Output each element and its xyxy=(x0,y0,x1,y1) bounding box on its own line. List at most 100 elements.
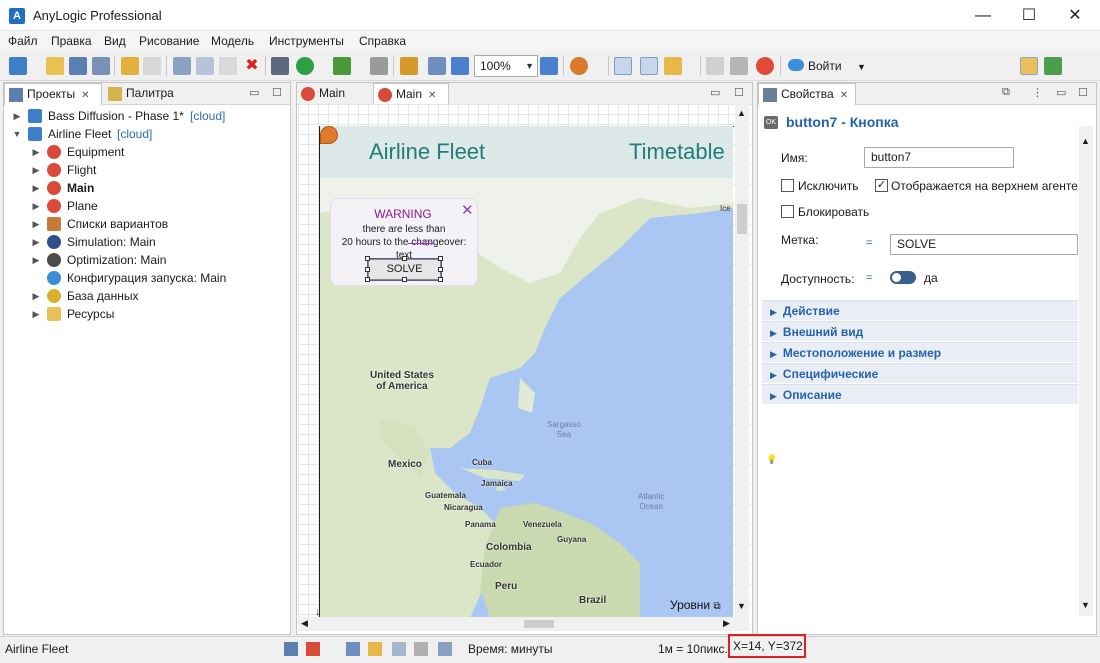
static-value-icon[interactable]: = xyxy=(866,237,872,249)
chevron-right-icon[interactable]: ▶ xyxy=(31,143,41,161)
chevron-down-icon[interactable]: ▼ xyxy=(737,601,746,611)
stop-icon[interactable] xyxy=(370,57,388,75)
menu-draw[interactable]: Рисование xyxy=(139,34,199,48)
selection-handle[interactable] xyxy=(365,256,370,261)
menu-model[interactable]: Модель xyxy=(211,34,254,48)
login-button[interactable]: Войти ▼ xyxy=(786,56,866,76)
rotate-icon[interactable] xyxy=(438,642,452,656)
console-icon[interactable] xyxy=(284,642,298,656)
exclude-checkbox[interactable] xyxy=(781,179,794,192)
caption-field[interactable]: SOLVE xyxy=(890,234,1078,255)
chevron-left-icon[interactable]: ◀ xyxy=(301,618,308,629)
snap-icon[interactable] xyxy=(640,57,658,75)
section-position-size[interactable]: ▶ Местоположение и размер xyxy=(762,342,1078,362)
agent-type-icon[interactable] xyxy=(570,57,588,75)
selection-handle[interactable] xyxy=(365,267,370,272)
section-action[interactable]: ▶ Действие xyxy=(762,300,1078,320)
close-icon[interactable]: ✕ xyxy=(428,90,436,101)
open-icon[interactable] xyxy=(46,57,64,75)
build-icon[interactable] xyxy=(271,57,289,75)
close-icon[interactable]: ✕ xyxy=(81,90,89,101)
close-button[interactable]: ✕ xyxy=(1052,0,1098,31)
help-lifebuoy-icon[interactable] xyxy=(756,57,774,75)
close-icon[interactable]: ✕ xyxy=(461,201,474,219)
view-menu-icon[interactable]: ⋮ xyxy=(1032,86,1043,99)
connector-icon[interactable] xyxy=(706,57,724,75)
minimize-view-button[interactable]: ▭ xyxy=(710,86,720,99)
select-tool-icon[interactable] xyxy=(346,642,360,656)
maximize-view-button[interactable]: ☐ xyxy=(734,86,744,99)
maximize-view-button[interactable]: ☐ xyxy=(1078,86,1088,99)
scroll-thumb[interactable] xyxy=(737,204,747,234)
tree-item[interactable]: ▶ Bass Diffusion - Phase 1* [cloud] xyxy=(4,107,290,125)
tree-item[interactable]: ▶ Simulation: Main xyxy=(4,233,290,251)
run-icon[interactable] xyxy=(296,57,314,75)
move-icon[interactable] xyxy=(414,642,428,656)
chevron-right-icon[interactable]: ▶ xyxy=(12,107,22,125)
new-window-icon[interactable]: ⧉ xyxy=(1002,86,1010,99)
minimize-view-button[interactable]: ▭ xyxy=(249,86,259,99)
menu-file[interactable]: Файл xyxy=(8,34,38,48)
publish-icon[interactable] xyxy=(400,57,418,75)
tab-main-1[interactable]: Main xyxy=(297,83,371,105)
maximize-view-button[interactable]: ☐ xyxy=(272,86,282,99)
maximize-button[interactable]: ☐ xyxy=(1006,0,1052,31)
connect-icon[interactable] xyxy=(392,642,406,656)
shown-on-top-checkbox[interactable]: ✓ xyxy=(875,179,888,192)
selection-handle[interactable] xyxy=(438,277,443,282)
static-value-icon[interactable]: = xyxy=(866,272,872,284)
problems-icon[interactable] xyxy=(306,642,320,656)
copy-icon[interactable] xyxy=(196,57,214,75)
name-field[interactable]: button7 xyxy=(864,147,1014,168)
delete-icon[interactable]: ✖ xyxy=(243,57,261,75)
tree-item[interactable]: ▶ Списки вариантов xyxy=(4,215,290,233)
vertical-scrollbar[interactable]: ▲ ▼ xyxy=(735,104,749,617)
debug-icon[interactable] xyxy=(333,57,351,75)
tree-item[interactable]: ▶ Flight xyxy=(4,161,290,179)
selection-handle[interactable] xyxy=(402,256,407,261)
zoom-fit-icon[interactable] xyxy=(428,57,446,75)
lock-checkbox[interactable] xyxy=(781,205,794,218)
tree-item[interactable]: ▶ База данных xyxy=(4,287,290,305)
chevron-right-icon[interactable]: ▶ xyxy=(31,287,41,305)
levels-button[interactable]: Уровни ⧉ xyxy=(670,598,721,612)
tree-item[interactable]: ▶ Plane xyxy=(4,197,290,215)
zoom-select[interactable]: 100% ▼ xyxy=(474,55,538,77)
chevron-right-icon[interactable]: ▶ xyxy=(31,179,41,197)
chevron-down-icon[interactable]: ▼ xyxy=(1081,600,1090,610)
save-icon[interactable] xyxy=(69,57,87,75)
chevron-up-icon[interactable]: ▲ xyxy=(1081,136,1090,146)
section-description[interactable]: ▶ Описание xyxy=(762,384,1078,404)
redo-icon[interactable] xyxy=(143,57,161,75)
close-icon[interactable]: ✕ xyxy=(840,90,848,101)
agent-perspective-icon[interactable] xyxy=(1020,57,1038,75)
new-model-icon[interactable] xyxy=(9,57,27,75)
chevron-up-icon[interactable]: ▲ xyxy=(737,108,746,118)
layers-icon[interactable] xyxy=(730,57,748,75)
selection-handle[interactable] xyxy=(438,267,443,272)
tab-projects[interactable]: Проекты ✕ xyxy=(4,83,102,105)
menu-help[interactable]: Справка xyxy=(359,34,406,48)
chevron-right-icon[interactable]: ▶ xyxy=(31,305,41,323)
save-all-icon[interactable] xyxy=(92,57,110,75)
section-appearance[interactable]: ▶ Внешний вид xyxy=(762,321,1078,341)
tree-item[interactable]: ▶ Equipment xyxy=(4,143,290,161)
tab-properties[interactable]: Свойства ✕ xyxy=(758,83,856,105)
tree-item[interactable]: ▶ Optimization: Main xyxy=(4,251,290,269)
chevron-right-icon[interactable]: ▶ xyxy=(31,233,41,251)
menu-view[interactable]: Вид xyxy=(104,34,126,48)
shapes-icon[interactable] xyxy=(368,642,382,656)
tree-item[interactable]: ▶ Ресурсы xyxy=(4,305,290,323)
tree-item[interactable]: Конфигурация запуска: Main xyxy=(4,269,290,287)
tree-item[interactable]: ▶ Main xyxy=(4,179,290,197)
minimize-button[interactable]: — xyxy=(960,0,1006,31)
agent-marker-icon[interactable] xyxy=(320,126,338,144)
chevron-right-icon[interactable]: ▶ xyxy=(31,251,41,269)
chevron-right-icon[interactable]: ▶ xyxy=(31,197,41,215)
arrange-icon[interactable] xyxy=(664,57,682,75)
paste-icon[interactable] xyxy=(219,57,237,75)
menu-tools[interactable]: Инструменты xyxy=(269,34,344,48)
tree-item[interactable]: ▼ Airline Fleet [cloud] xyxy=(4,125,290,143)
cut-icon[interactable] xyxy=(173,57,191,75)
horizontal-scrollbar[interactable]: ◀ ▶ xyxy=(298,617,749,631)
